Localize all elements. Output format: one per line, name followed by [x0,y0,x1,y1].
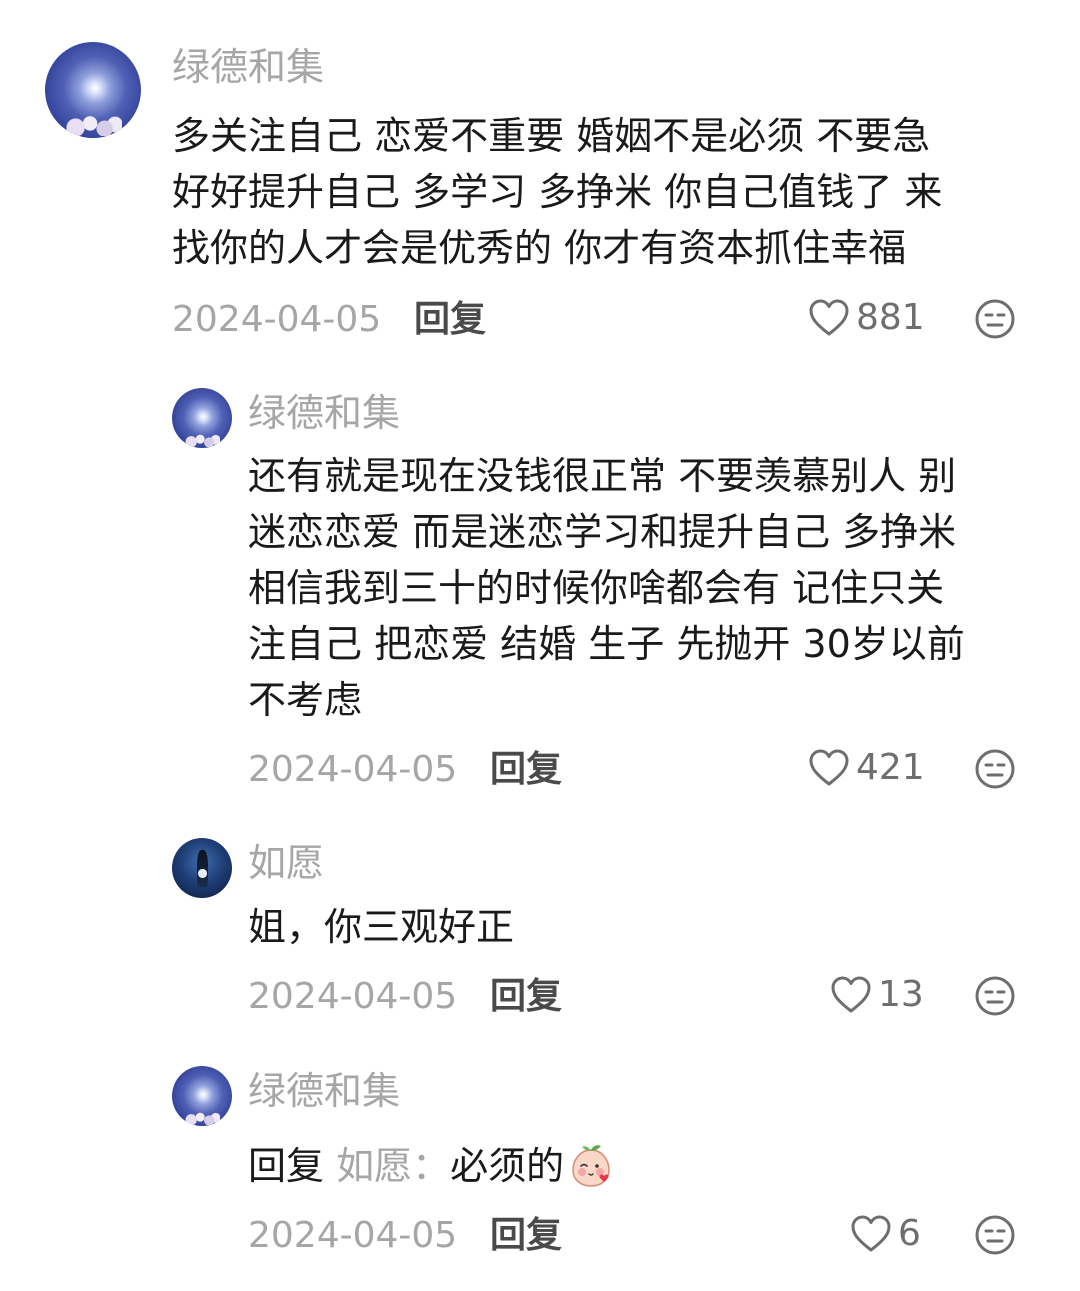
reply-prefix-label: 回复 [248,1144,325,1188]
reply-item: 如愿 姐，你三观好正 2024-04-05 回复 13 [0,810,1080,1040]
heart-outline-icon [851,1215,891,1252]
user-avatar[interactable] [172,1066,232,1126]
dislike-button[interactable] [974,975,1016,1017]
avatar-light [198,869,207,878]
comment-text: 回复 如愿：必须的 [248,1138,1048,1194]
reply-target-username[interactable]: 如愿： [336,1144,450,1188]
avatar-flowers [184,433,220,447]
neutral-face-icon [975,1215,1015,1255]
reply-button[interactable]: 回复 [490,752,562,788]
comment-date: 2024-04-05 [248,749,458,790]
user-avatar[interactable] [172,838,232,898]
dislike-button[interactable] [974,748,1016,790]
neutral-face-icon [975,749,1015,789]
heart-outline-icon [809,749,849,786]
like-button[interactable]: 13 [830,973,924,1017]
comment-item: 绿德和集 多关注自己 恋爱不重要 婚姻不是必须 不要急 好好提升自己 多学习 多… [0,0,1080,360]
comment-text: 还有就是现在没钱很正常 不要羡慕别人 别 迷恋恋爱 而是迷恋学习和提升自己 多挣… [248,454,965,722]
reply-text: 必须的 [450,1144,565,1188]
comment-text: 姐，你三观好正 [248,905,515,949]
peach-blush-sticker [572,1144,610,1187]
comment-date: 2024-04-05 [248,1215,458,1256]
dislike-button[interactable] [974,298,1016,340]
like-count: 13 [878,974,924,1015]
reply-button[interactable]: 回复 [490,1218,562,1254]
comment-date: 2024-04-05 [248,976,458,1017]
user-avatar[interactable] [172,388,232,448]
comment-text: 多关注自己 恋爱不重要 婚姻不是必须 不要急 好好提升自己 多学习 多挣米 你自… [172,114,943,270]
heart-outline-icon [831,976,871,1013]
dislike-button[interactable] [974,1214,1016,1256]
comment-date: 2024-04-05 [172,299,382,340]
neutral-face-icon [975,299,1015,339]
avatar-flowers [184,1111,220,1125]
neutral-face-icon [975,976,1015,1016]
avatar-flowers [64,114,122,137]
heart-outline-icon [809,299,849,336]
like-count: 6 [898,1213,921,1254]
reply-button[interactable]: 回复 [490,979,562,1015]
like-count: 421 [856,747,925,788]
comment-username[interactable]: 如愿 [248,844,324,882]
like-button[interactable]: 6 [850,1212,921,1256]
like-button[interactable]: 421 [808,746,925,790]
comment-username[interactable]: 绿德和集 [248,1072,400,1110]
reply-item: 绿德和集 回复 如愿：必须的 2024-04-05 回复 6 [0,1040,1080,1291]
reply-item: 绿德和集 还有就是现在没钱很正常 不要羡慕别人 别 迷恋恋爱 而是迷恋学习和提升… [0,360,1080,810]
like-count: 881 [856,297,925,338]
comment-username[interactable]: 绿德和集 [248,394,400,432]
like-button[interactable]: 881 [808,296,925,340]
comment-username[interactable]: 绿德和集 [172,48,324,86]
user-avatar[interactable] [45,42,141,138]
reply-button[interactable]: 回复 [414,302,486,338]
